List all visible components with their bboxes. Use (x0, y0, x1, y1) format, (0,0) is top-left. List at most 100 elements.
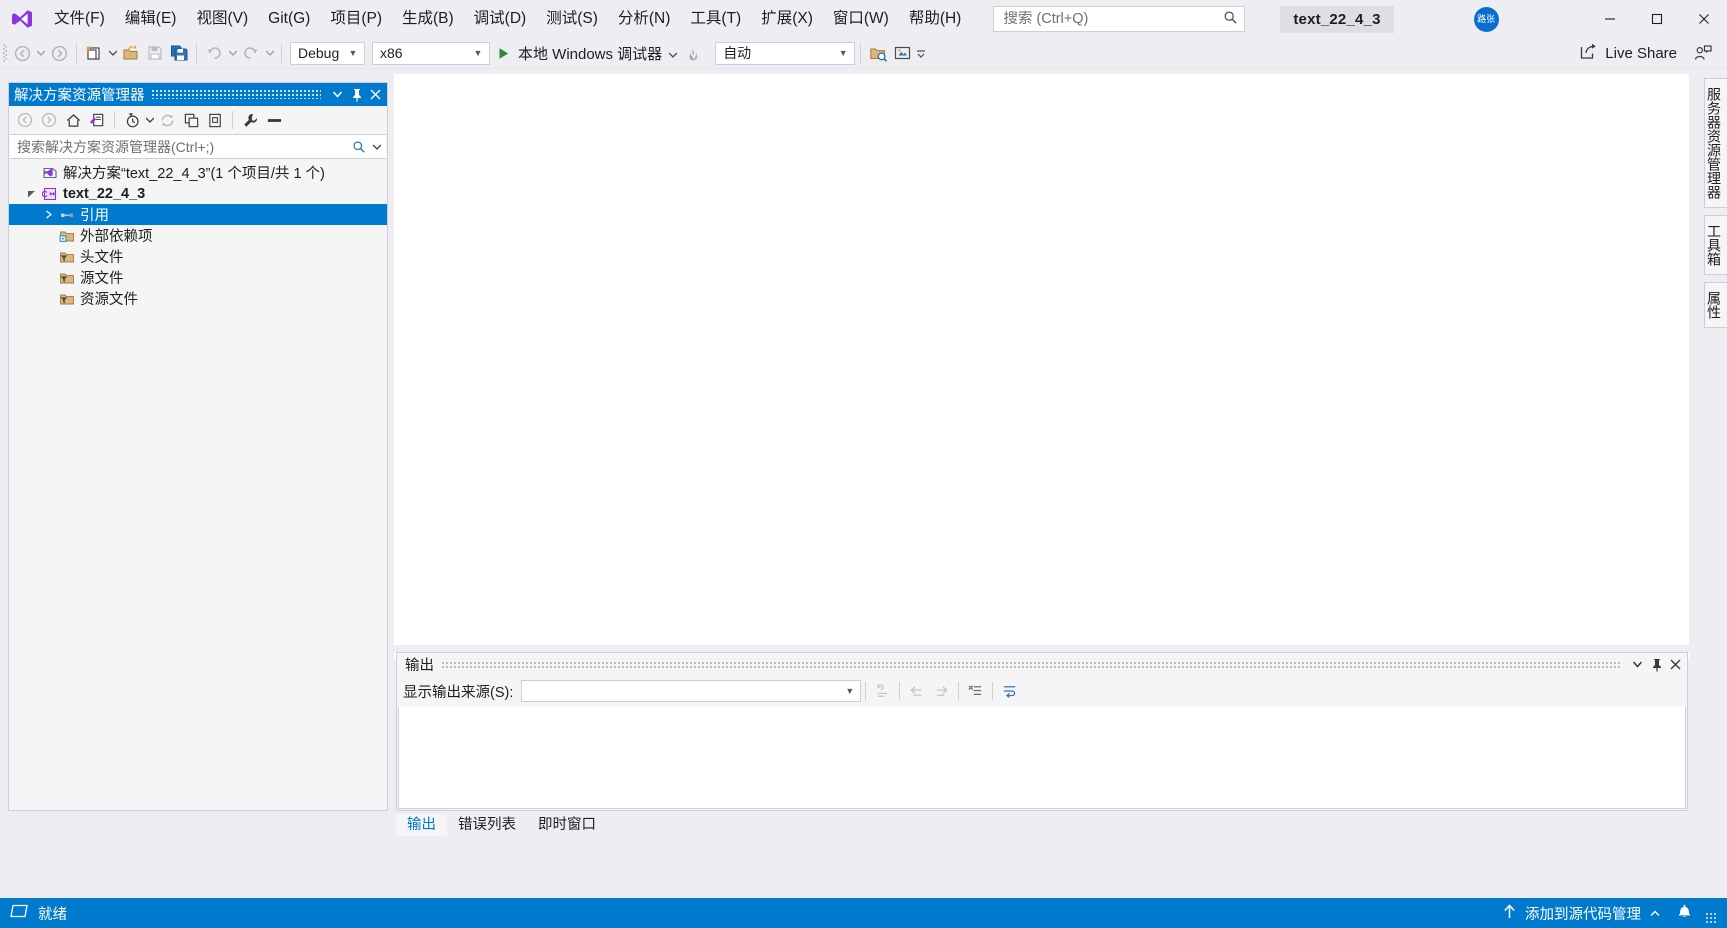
menu-debug[interactable]: 调试(D) (464, 0, 537, 38)
vtab-toolbox[interactable]: 工具箱 (1704, 215, 1727, 275)
solution-tree[interactable]: 解决方案“text_22_4_3”(1 个项目/共 1 个) text_22_4… (9, 159, 387, 810)
se-navigate-forward-button[interactable] (37, 108, 61, 132)
vtab-server-explorer[interactable]: 服务器资源管理器 (1704, 78, 1727, 208)
close-button[interactable] (1680, 0, 1727, 38)
save-button[interactable] (143, 41, 167, 65)
tree-item-references[interactable]: 引用 (9, 204, 387, 225)
notifications-button[interactable] (1668, 898, 1701, 928)
vertical-splitter[interactable] (388, 74, 394, 811)
menu-tools[interactable]: 工具(T) (680, 0, 751, 38)
close-panel-button[interactable] (1666, 653, 1685, 676)
go-to-previous-message-button[interactable] (904, 679, 929, 703)
tree-item-resource-files[interactable]: 资源文件 (9, 288, 387, 309)
tree-item-solution[interactable]: 解决方案“text_22_4_3”(1 个项目/共 1 个) (9, 162, 387, 183)
tree-expander-placeholder (40, 267, 57, 288)
solution-icon (40, 162, 60, 183)
new-item-dropdown[interactable] (106, 41, 119, 65)
solution-configuration-combo[interactable]: Debug ▼ (290, 41, 365, 65)
history-icon (126, 112, 139, 127)
tree-expander-placeholder (23, 162, 40, 183)
search-icon[interactable] (348, 140, 370, 154)
menu-window[interactable]: 窗口(W) (823, 0, 899, 38)
redo-button[interactable] (239, 41, 263, 65)
window-menu-button[interactable] (328, 83, 347, 106)
horizontal-splitter[interactable] (394, 645, 1690, 652)
history-dropdown[interactable] (144, 108, 155, 132)
menu-help[interactable]: 帮助(H) (899, 0, 972, 38)
hot-reload-button[interactable] (681, 41, 705, 65)
save-all-button[interactable] (167, 41, 191, 65)
solution-platform-combo[interactable]: x86 ▼ (372, 41, 490, 65)
send-feedback-button[interactable] (1685, 41, 1719, 66)
solution-platform-value: x86 (380, 45, 403, 61)
tree-item-label: 源文件 (80, 271, 124, 287)
ready-icon (9, 904, 29, 922)
menu-view[interactable]: 视图(V) (186, 0, 258, 38)
active-document-title[interactable]: text_22_4_3 (1280, 5, 1394, 33)
menu-file[interactable]: 文件(F) (44, 0, 115, 38)
toolbar-grip[interactable] (0, 38, 10, 69)
output-source-combo[interactable]: ▼ (521, 680, 862, 702)
se-navigate-back-button[interactable] (13, 108, 37, 132)
sync-button[interactable] (155, 108, 179, 132)
preview-selected-items-button[interactable] (262, 108, 286, 132)
select-window-button[interactable] (866, 41, 890, 65)
pending-changes-button[interactable] (85, 108, 109, 132)
window-resize-grip[interactable] (1701, 898, 1721, 928)
close-panel-button[interactable] (366, 83, 385, 106)
add-to-source-control-button[interactable]: 添加到源代码管理 (1495, 898, 1668, 928)
preview-button[interactable] (890, 41, 914, 65)
minimize-button[interactable] (1586, 0, 1633, 38)
pin-button[interactable] (1647, 653, 1666, 676)
history-button[interactable] (120, 108, 144, 132)
home-button[interactable] (61, 108, 85, 132)
toggle-word-wrap-button[interactable] (997, 679, 1022, 703)
menu-analyze[interactable]: 分析(N) (608, 0, 681, 38)
menu-edit[interactable]: 编辑(E) (115, 0, 187, 38)
collapse-all-button[interactable] (179, 108, 203, 132)
search-input[interactable] (17, 138, 348, 155)
tree-item-project[interactable]: text_22_4_3 (9, 183, 387, 204)
menu-build[interactable]: 生成(B) (392, 0, 464, 38)
output-text-area[interactable] (398, 707, 1686, 809)
open-file-button[interactable] (119, 41, 143, 65)
avatar[interactable]: 路张 (1473, 6, 1499, 32)
redo-dropdown[interactable] (263, 41, 276, 65)
toolbar-options-button[interactable] (914, 41, 927, 65)
window-menu-button[interactable] (1628, 653, 1647, 676)
debug-target-combo[interactable]: 自动 ▼ (715, 41, 856, 65)
tree-item-source-files[interactable]: 源文件 (9, 267, 387, 288)
tree-item-external-dependencies[interactable]: 外部依赖项 (9, 225, 387, 246)
tree-item-header-files[interactable]: 头文件 (9, 246, 387, 267)
find-message-button[interactable] (870, 679, 895, 703)
tree-expander-expanded[interactable] (23, 183, 40, 204)
global-search-box[interactable] (993, 6, 1246, 32)
menu-extensions[interactable]: 扩展(X) (751, 0, 823, 38)
go-to-next-message-button[interactable] (929, 679, 954, 703)
navigate-forward-button[interactable] (47, 41, 71, 65)
live-share-button[interactable]: Live Share (1571, 41, 1685, 66)
undo-dropdown[interactable] (226, 41, 239, 65)
tree-expander-collapsed[interactable] (40, 204, 57, 225)
references-icon (57, 204, 77, 225)
maximize-button[interactable] (1633, 0, 1680, 38)
show-all-files-button[interactable] (203, 108, 227, 132)
start-debugging-button[interactable]: 本地 Windows 调试器 (490, 41, 681, 65)
tab-output[interactable]: 输出 (396, 814, 447, 836)
solution-explorer-search[interactable] (10, 134, 386, 159)
search-input[interactable] (1003, 11, 1224, 27)
search-filter-dropdown[interactable] (370, 144, 383, 150)
tab-error-list[interactable]: 错误列表 (447, 814, 527, 836)
menu-test[interactable]: 测试(S) (536, 0, 608, 38)
menu-git[interactable]: Git(G) (258, 0, 320, 38)
navigate-back-dropdown[interactable] (34, 41, 47, 65)
vtab-properties[interactable]: 属性 (1704, 282, 1727, 328)
navigate-back-button[interactable] (10, 41, 34, 65)
new-item-button[interactable] (82, 41, 106, 65)
tab-immediate-window[interactable]: 即时窗口 (527, 814, 607, 836)
menu-project[interactable]: 项目(P) (320, 0, 392, 38)
undo-button[interactable] (202, 41, 226, 65)
properties-button[interactable] (238, 108, 262, 132)
clear-all-button[interactable] (963, 679, 988, 703)
pin-button[interactable] (347, 83, 366, 106)
